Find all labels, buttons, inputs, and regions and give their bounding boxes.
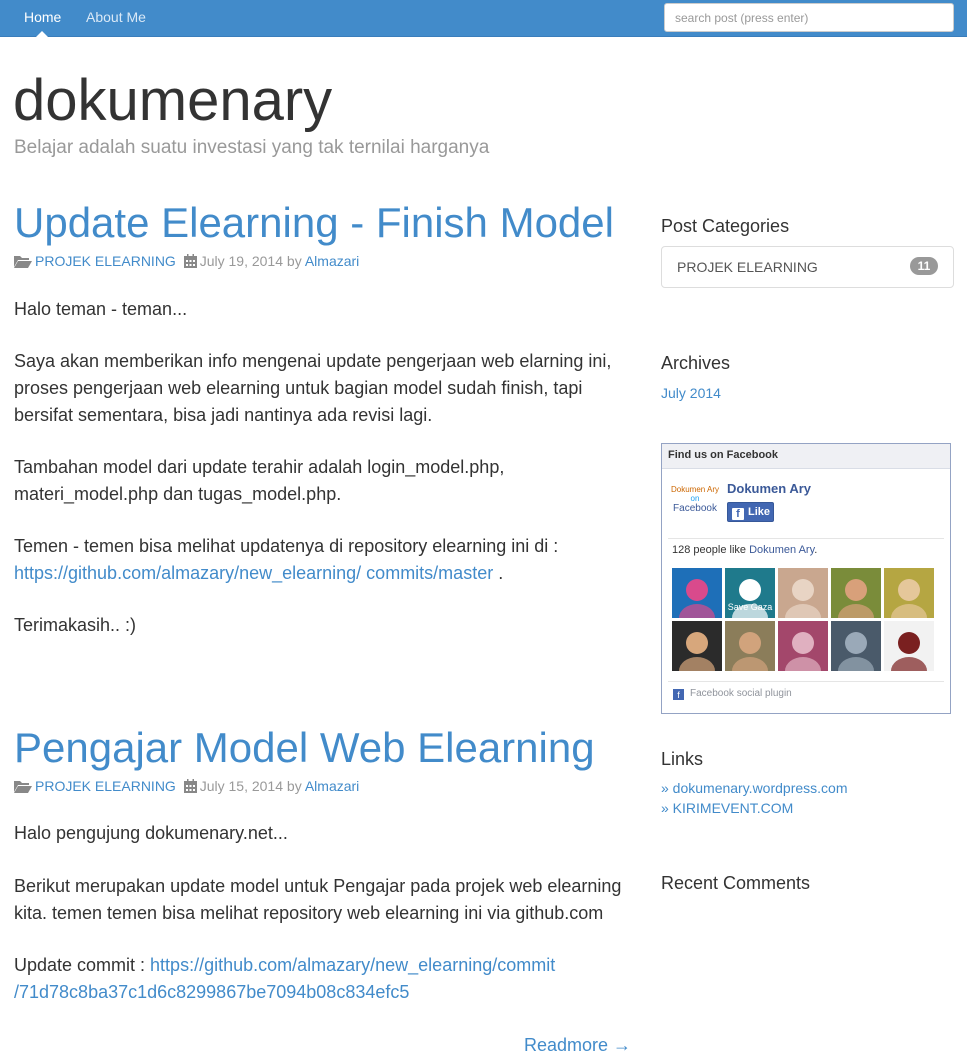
post-by: by xyxy=(286,253,302,269)
post-by: by xyxy=(286,778,302,794)
post-paragraph: Halo pengujung dokumenary.net... xyxy=(14,823,288,843)
post-paragraph-end: . xyxy=(493,563,504,583)
commit-link-part: /71d78c8ba37c1d6c8299867be7094b08c834efc… xyxy=(14,982,410,1002)
facebook-fan-avatar[interactable] xyxy=(672,568,722,618)
sidebar-link[interactable]: » dokumenary.wordpress.com xyxy=(661,779,847,797)
post-paragraph: Tambahan model dari update terahir adala… xyxy=(14,457,505,504)
post-paragraph: Saya akan memberikan info mengenai updat… xyxy=(14,351,612,425)
post-author-link[interactable]: Almazari xyxy=(305,253,359,269)
post-paragraph: Terimakasih.. :) xyxy=(14,615,137,635)
recent-comments-heading: Recent Comments xyxy=(661,873,811,893)
facebook-fan-avatar[interactable] xyxy=(778,621,828,671)
category-count-badge: 11 xyxy=(910,257,938,275)
post-title[interactable]: Pengajar Model Web Elearning xyxy=(14,723,595,773)
post-paragraph: Temen - temen bisa melihat updatenya di … xyxy=(14,533,634,587)
logo-text: Dokumen Ary xyxy=(670,485,720,494)
divider xyxy=(668,538,944,539)
navbar: Home About Me xyxy=(0,0,967,37)
divider xyxy=(668,681,944,682)
post-author-link[interactable]: Almazari xyxy=(305,778,359,794)
post-category-link[interactable]: PROJEK ELEARNING xyxy=(35,253,176,269)
post-category-link[interactable]: PROJEK ELEARNING xyxy=(35,778,176,794)
facebook-page-name-link[interactable]: Dokumen Ary xyxy=(727,481,811,496)
sidebar-link[interactable]: » KIRIMEVENT.COM xyxy=(661,799,793,817)
calendar-icon xyxy=(183,254,197,272)
post-paragraph-text: Update commit : xyxy=(14,955,151,975)
category-list-item[interactable]: PROJEK ELEARNING 11 xyxy=(661,246,954,288)
facebook-fan-avatar[interactable] xyxy=(884,621,934,671)
links-heading: Links xyxy=(661,749,704,769)
post-meta: PROJEK ELEARNING July 15, 2014 by Almaza… xyxy=(14,777,359,797)
facebook-fan-avatar[interactable] xyxy=(831,621,881,671)
active-nav-indicator xyxy=(36,31,48,37)
post-paragraph: Halo teman - teman... xyxy=(14,299,188,319)
category-label: PROJEK ELEARNING xyxy=(677,259,818,275)
facebook-plugin-footer[interactable]: f Facebook social plugin xyxy=(673,688,792,700)
facebook-logo-icon: f xyxy=(673,689,684,700)
folder-open-icon xyxy=(14,779,32,797)
post-paragraph: Update commit : https://github.com/almaz… xyxy=(14,952,634,1006)
readmore-link[interactable]: Readmore → xyxy=(524,1032,631,1059)
folder-open-icon xyxy=(14,254,32,272)
facebook-like-count: 128 people like Dokumen Ary. xyxy=(672,544,817,556)
like-count-page-link[interactable]: Dokumen Ary xyxy=(749,544,814,556)
facebook-fan-avatar[interactable] xyxy=(672,621,722,671)
post-paragraph: Berikut merupakan update model untuk Pen… xyxy=(14,876,622,923)
facebook-page-logo[interactable]: Dokumen Ary on Facebook xyxy=(670,482,720,524)
facebook-fan-avatar[interactable] xyxy=(884,568,934,618)
plugin-label: Facebook social plugin xyxy=(690,688,792,699)
like-count-end: . xyxy=(814,544,818,556)
calendar-icon xyxy=(183,779,197,797)
logo-text: on xyxy=(690,494,700,503)
commit-link-part: https://github.com/almazary/new_elearnin… xyxy=(150,955,556,975)
facebook-fan-avatar[interactable]: Save Gaza xyxy=(725,568,775,618)
nav-about-link[interactable]: About Me xyxy=(76,0,156,36)
archive-link[interactable]: July 2014 xyxy=(661,384,721,402)
facebook-widget: Find us on Facebook Dokumen Ary on Faceb… xyxy=(661,443,951,714)
post-paragraph-text: Temen - temen bisa melihat updatenya di … xyxy=(14,536,559,556)
facebook-f-icon: f xyxy=(732,508,744,520)
logo-text: Facebook xyxy=(673,503,717,514)
facebook-widget-header: Find us on Facebook xyxy=(662,444,950,469)
categories-heading: Post Categories xyxy=(661,216,790,236)
facebook-fan-avatar[interactable] xyxy=(725,621,775,671)
repository-link[interactable]: https://github.com/almazary/new_elearnin… xyxy=(14,563,493,583)
site-tagline: Belajar adalah suatu investasi yang tak … xyxy=(14,137,490,158)
like-count-text: 128 people like xyxy=(672,544,750,556)
facebook-fan-avatar[interactable] xyxy=(831,568,881,618)
post-date: July 19, 2014 xyxy=(199,253,284,269)
like-label: Like xyxy=(748,506,771,518)
post-date: July 15, 2014 xyxy=(199,778,284,794)
facebook-fan-avatar[interactable] xyxy=(778,568,828,618)
post-title[interactable]: Update Elearning - Finish Model xyxy=(14,198,614,248)
search-input[interactable] xyxy=(664,3,954,32)
avatar-caption: Save Gaza xyxy=(727,602,773,612)
facebook-like-button[interactable]: f Like xyxy=(727,502,774,522)
site-title[interactable]: dokumenary xyxy=(13,66,332,136)
post-meta: PROJEK ELEARNING July 19, 2014 by Almaza… xyxy=(14,252,359,272)
archives-heading: Archives xyxy=(661,353,731,373)
